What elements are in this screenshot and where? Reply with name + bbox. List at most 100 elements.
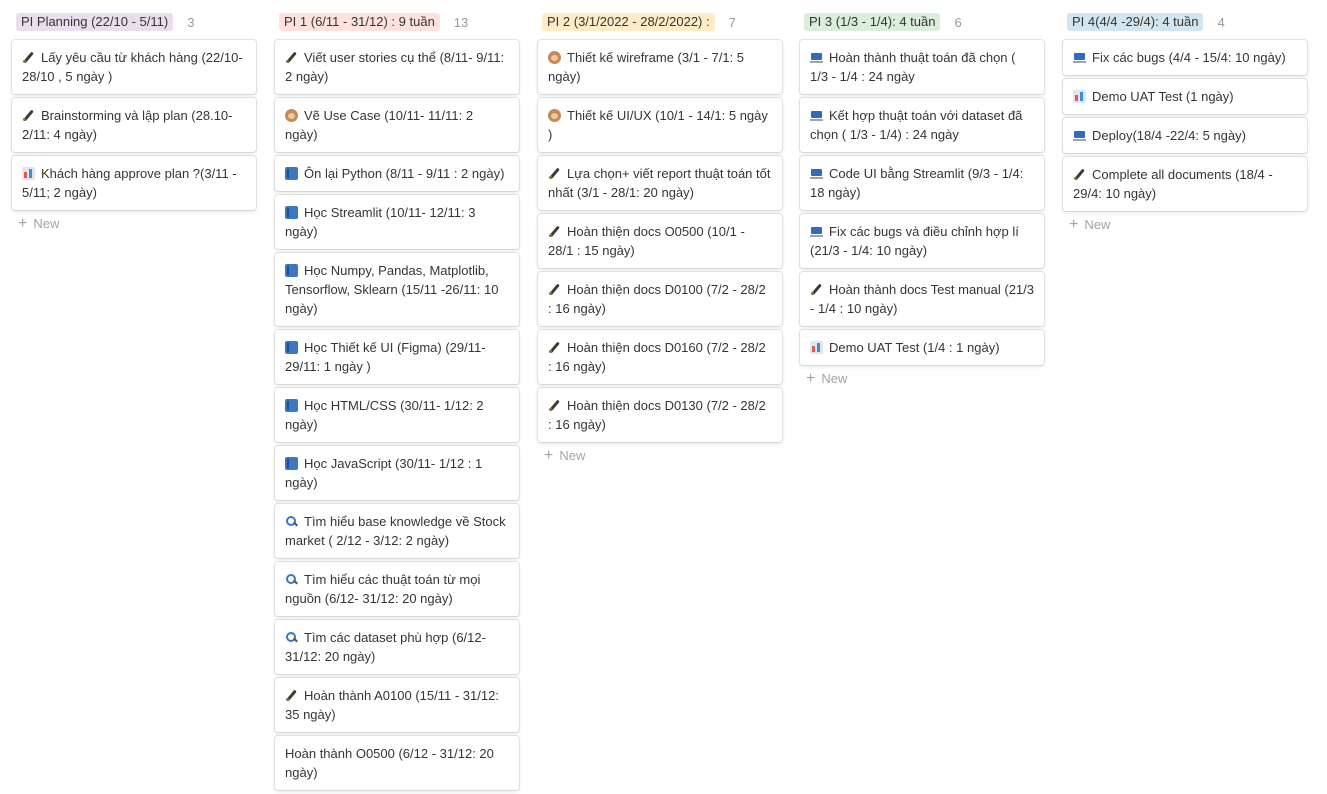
card-title: Vẽ Use Case (10/11- 11/11: 2 ngày) [285,108,474,142]
feather-icon [548,341,561,354]
magnifier-icon [285,515,298,528]
column-count: 4 [1217,14,1225,30]
feather-icon [285,689,298,702]
board-card[interactable]: Hoàn thành thuật toán đã chọn ( 1/3 - 1/… [800,40,1044,94]
column-header[interactable]: PI 3 (1/3 - 1/4): 4 tuần 6 [804,12,1046,32]
board-card[interactable]: Kết hợp thuật toán với dataset đã chọn (… [800,98,1044,152]
board-column: PI 4(4/4 -29/4): 4 tuần 4 Fix các bugs (4/… [1063,12,1309,232]
board-card[interactable]: Fix các bugs và điều chỉnh hợp lí (21/3 … [800,214,1044,268]
feather-icon [22,109,35,122]
plus-icon: + [544,446,554,464]
board-card[interactable]: Học JavaScript (30/11- 1/12 : 1 ngày) [275,446,519,500]
board-card[interactable]: Hoàn thành docs Test manual (21/3 - 1/4 … [800,272,1044,326]
board-card[interactable]: Hoàn thành A0100 (15/11 - 31/12: 35 ngày… [275,678,519,732]
board-card[interactable]: Fix các bugs (4/4 - 15/4: 10 ngày) [1063,40,1307,75]
laptop-icon [1073,129,1086,142]
board-card[interactable]: Tìm hiểu các thuật toán từ mọi nguồn (6/… [275,562,519,616]
new-card-button[interactable]: + New [544,446,784,464]
board-card[interactable]: Lựa chọn+ viết report thuật toán tốt nhấ… [538,156,782,210]
feather-icon [285,51,298,64]
plus-icon: + [18,214,28,232]
board-card[interactable]: Hoàn thiện docs D0100 (7/2 - 28/2 : 16 n… [538,272,782,326]
card-title: Hoàn thành A0100 (15/11 - 31/12: 35 ngày… [285,688,499,722]
board-card[interactable]: Thiết kế wireframe (3/1 - 7/1: 5 ngày) [538,40,782,94]
card-title: Hoàn thành thuật toán đã chọn ( 1/3 - 1/… [810,50,1016,84]
board-card[interactable]: Viết user stories cụ thể (8/11- 9/11: 2 … [275,40,519,94]
column-header[interactable]: PI 1 (6/11 - 31/12) : 9 tuần 13 [279,12,521,32]
board-card[interactable]: Học Thiết kế UI (Figma) (29/11- 29/11: 1… [275,330,519,384]
board-card[interactable]: Tìm hiểu base knowledge về Stock market … [275,504,519,558]
kanban-board: PI Planning (22/10 - 5/11) 3 Lấy yêu cầu t… [0,0,1327,790]
column-title[interactable]: PI 4(4/4 -29/4): 4 tuần [1067,13,1204,31]
column-header[interactable]: PI Planning (22/10 - 5/11) 3 [16,12,258,32]
board-column: PI 2 (3/1/2022 - 28/2/2022) : 7 Thiết kế w… [538,12,784,463]
magnifier-icon [285,573,298,586]
board-card[interactable]: Học Numpy, Pandas, Matplotlib, Tensorflo… [275,253,519,326]
board-card[interactable]: Complete all documents (18/4 - 29/4: 10 … [1063,157,1307,211]
plus-icon: + [1069,215,1079,233]
laptop-icon [810,167,823,180]
card-title: Lựa chọn+ viết report thuật toán tốt nhấ… [548,166,771,200]
board-card[interactable]: Code UI bằng Streamlit (9/3 - 1/4: 18 ng… [800,156,1044,210]
new-card-button[interactable]: + New [18,214,258,232]
board-card[interactable]: Tìm các dataset phù hợp (6/12- 31/12: 20… [275,620,519,674]
column-count: 6 [954,14,962,30]
column-count: 3 [187,14,195,30]
card-title: Tìm hiểu các thuật toán từ mọi nguồn (6/… [285,572,481,606]
board-column: PI Planning (22/10 - 5/11) 3 Lấy yêu cầu t… [12,12,258,231]
board-card[interactable]: Lấy yêu cầu từ khách hàng (22/10- 28/10 … [12,40,256,94]
column-title[interactable]: PI 2 (3/1/2022 - 28/2/2022) : [542,13,715,31]
card-title: Demo UAT Test (1 ngày) [1092,89,1234,104]
column-title[interactable]: PI 1 (6/11 - 31/12) : 9 tuần [279,13,440,31]
card-title: Lấy yêu cầu từ khách hàng (22/10- 28/10 … [22,50,243,84]
board-column: PI 3 (1/3 - 1/4): 4 tuần 6 Hoàn thành thuậ… [800,12,1046,386]
card-title: Viết user stories cụ thể (8/11- 9/11: 2 … [285,50,505,84]
board-card[interactable]: Deploy(18/4 -22/4: 5 ngày) [1063,118,1307,153]
board-card[interactable]: Hoàn thành O0500 (6/12 - 31/12: 20 ngày) [275,736,519,790]
card-title: Học Numpy, Pandas, Matplotlib, Tensorflo… [285,263,499,316]
laptop-icon [1073,51,1086,64]
monkey-icon [548,109,561,122]
card-title: Fix các bugs và điều chỉnh hợp lí (21/3 … [810,224,1019,258]
card-title: Học Streamlit (10/11- 12/11: 3 ngày) [285,205,476,239]
card-title: Code UI bằng Streamlit (9/3 - 1/4: 18 ng… [810,166,1024,200]
new-card-button[interactable]: + New [1069,215,1309,233]
new-card-label: New [33,216,60,231]
new-card-button[interactable]: + New [806,370,1046,386]
board-card[interactable]: Vẽ Use Case (10/11- 11/11: 2 ngày) [275,98,519,152]
board-card[interactable]: Hoàn thiện docs D0130 (7/2 - 28/2 : 16 n… [538,388,782,442]
bar-chart-icon [810,341,823,354]
column-title[interactable]: PI 3 (1/3 - 1/4): 4 tuần [804,13,941,31]
card-title: Complete all documents (18/4 - 29/4: 10 … [1073,167,1273,201]
board-card[interactable]: Học HTML/CSS (30/11- 1/12: 2 ngày) [275,388,519,442]
card-title: Deploy(18/4 -22/4: 5 ngày) [1092,128,1246,143]
board-column: PI 1 (6/11 - 31/12) : 9 tuần 13 Viết user … [275,12,521,794]
column-header[interactable]: PI 4(4/4 -29/4): 4 tuần 4 [1067,12,1309,32]
column-header[interactable]: PI 2 (3/1/2022 - 28/2/2022) : 7 [542,12,784,32]
book-icon [285,206,298,219]
feather-icon [810,283,823,296]
card-title: Tìm các dataset phù hợp (6/12- 31/12: 20… [285,630,486,664]
board-card[interactable]: Ôn lại Python (8/11 - 9/11 : 2 ngày) [275,156,519,191]
magnifier-icon [285,631,298,644]
feather-icon [548,225,561,238]
feather-icon [22,51,35,64]
card-title: Hoàn thiện docs D0130 (7/2 - 28/2 : 16 n… [548,398,766,432]
column-title[interactable]: PI Planning (22/10 - 5/11) [16,13,174,31]
board-card[interactable]: Demo UAT Test (1/4 : 1 ngày) [800,330,1044,365]
new-card-label: New [821,371,848,386]
board-card[interactable]: Demo UAT Test (1 ngày) [1063,79,1307,114]
board-card[interactable]: Học Streamlit (10/11- 12/11: 3 ngày) [275,195,519,249]
monkey-icon [285,109,298,122]
board-card[interactable]: Khách hàng approve plan ?(3/11 - 5/11; 2… [12,156,256,210]
board-card[interactable]: Hoàn thiện docs O0500 (10/1 - 28/1 : 15 … [538,214,782,268]
board-card[interactable]: Thiết kế UI/UX (10/1 - 14/1: 5 ngày ) [538,98,782,152]
board-card[interactable]: Hoàn thiện docs D0160 (7/2 - 28/2 : 16 n… [538,330,782,384]
card-title: Brainstorming và lập plan (28.10-2/11: 4… [22,108,233,142]
bar-chart-icon [1073,90,1086,103]
card-title: Thiết kế wireframe (3/1 - 7/1: 5 ngày) [548,50,745,84]
board-card[interactable]: Brainstorming và lập plan (28.10-2/11: 4… [12,98,256,152]
card-title: Demo UAT Test (1/4 : 1 ngày) [829,340,1000,355]
column-count: 13 [453,14,469,30]
card-title: Khách hàng approve plan ?(3/11 - 5/11; 2… [22,166,237,200]
